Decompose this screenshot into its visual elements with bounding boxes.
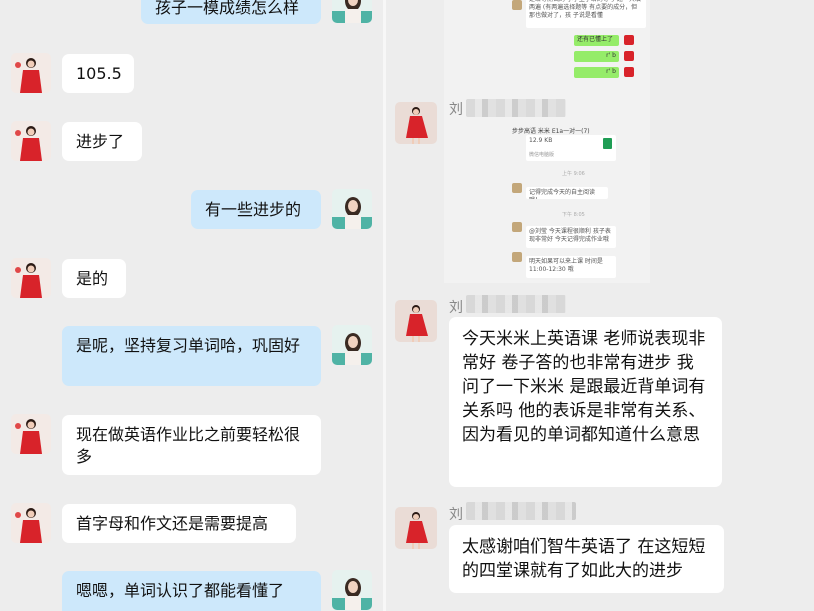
sender-name-blurred <box>466 295 566 313</box>
avatar-red-dress-icon[interactable] <box>11 414 51 454</box>
file-excel-icon <box>603 138 612 149</box>
message-bubble-incoming[interactable]: 现在做英语作业比之前要轻松很多 <box>62 415 321 475</box>
embedded-screenshot[interactable]: 是给等测试的 小学生子给的等号 题一共填两遍 (有两遍选择题等 有点要的成分，但… <box>444 0 650 283</box>
sender-name: 刘 <box>449 300 463 316</box>
message-bubble-outgoing[interactable]: 嗯嗯，单词认识了都能看懂了 <box>62 571 321 611</box>
sender-name: 刘 <box>449 507 463 523</box>
timestamp: 下午 8:05 <box>562 212 585 218</box>
message-bubble-outgoing[interactable]: 是呢，坚持复习单词哈，巩固好 <box>62 326 321 386</box>
sender-name-blurred <box>466 99 566 117</box>
file-source-label: 微信电脑版 <box>529 152 555 158</box>
avatar-red-dress-icon <box>624 67 634 77</box>
avatar-red-dress-icon <box>624 35 634 45</box>
screenshot-message: 记得完成今天的自主阅读哦！ <box>526 187 608 199</box>
message-bubble-incoming[interactable]: 首字母和作文还是需要提高 <box>62 504 296 543</box>
message-bubble-outgoing[interactable]: 孩子一模成绩怎么样 <box>141 0 321 24</box>
screenshot-reply: r' b <box>574 51 619 62</box>
avatar-red-dress-icon[interactable] <box>11 121 51 161</box>
avatar-teacher-icon[interactable] <box>332 0 372 23</box>
screenshot-text: 是给等测试的 小学生子给的等号 题一共填两遍 (有两遍选择题等 有点要的成分，但… <box>526 0 646 28</box>
avatar-red-dress-icon[interactable] <box>395 102 437 144</box>
screenshot-file-card[interactable]: 12.9 KB 微信电脑版 <box>526 135 616 161</box>
avatar-red-dress-icon <box>624 51 634 61</box>
avatar-red-dress-icon <box>512 222 522 232</box>
message-bubble-incoming[interactable]: 太感谢咱们智牛英语了 在这短短的四堂课就有了如此大的进步 <box>449 525 724 593</box>
timestamp: 上午 9:06 <box>562 171 585 177</box>
left-chat-pane: 孩子一模成绩怎么样 105.5 进步了 有一些进步的 是的 是呢，坚持复习单词哈… <box>0 0 383 611</box>
sender-name-blurred <box>466 502 576 520</box>
avatar-red-dress-icon[interactable] <box>395 300 437 342</box>
avatar-red-dress-icon <box>512 0 522 10</box>
avatar-red-dress-icon[interactable] <box>11 258 51 298</box>
sender-name: 刘 <box>449 102 463 118</box>
message-bubble-incoming[interactable]: 今天米米上英语课 老师说表现非常好 卷子答的也非常有进步 我问了一下米米 是跟最… <box>449 317 722 487</box>
avatar-red-dress-icon <box>512 252 522 262</box>
message-bubble-incoming[interactable]: 是的 <box>62 259 126 298</box>
message-bubble-incoming[interactable]: 进步了 <box>62 122 142 161</box>
message-bubble-outgoing[interactable]: 有一些进步的 <box>191 190 321 229</box>
avatar-red-dress-icon[interactable] <box>11 503 51 543</box>
message-bubble-incoming[interactable]: 105.5 <box>62 54 134 93</box>
avatar-red-dress-icon[interactable] <box>395 507 437 549</box>
avatar-teacher-icon[interactable] <box>332 325 372 365</box>
screenshot-message: @刘莹 今天课程很顺利 孩子表现非常好 今天记得完成作业哦 <box>526 226 616 248</box>
right-chat-pane: 是给等测试的 小学生子给的等号 题一共填两遍 (有两遍选择题等 有点要的成分，但… <box>386 0 814 611</box>
screenshot-header: 步步高语 米米 E1a一对一(7) <box>512 128 590 135</box>
avatar-red-dress-icon <box>512 183 522 193</box>
avatar-teacher-icon[interactable] <box>332 189 372 229</box>
avatar-red-dress-icon[interactable] <box>11 53 51 93</box>
avatar-teacher-icon[interactable] <box>332 570 372 610</box>
screenshot-reply: r' b <box>574 67 619 78</box>
screenshot-message: 明天如果可以来上课 时间是 11:00-12:30 哦 <box>526 256 616 278</box>
screenshot-reply: 还有已懂上了 <box>574 35 619 46</box>
